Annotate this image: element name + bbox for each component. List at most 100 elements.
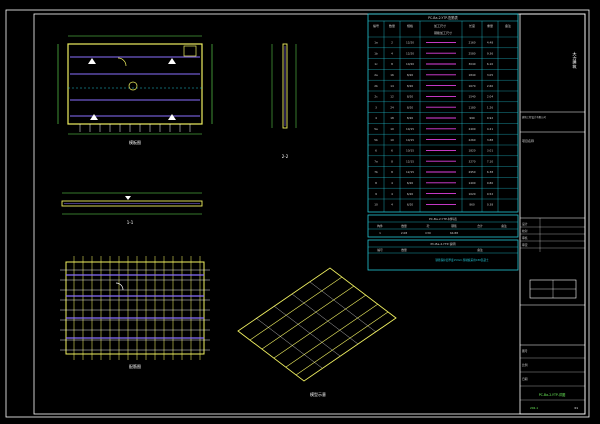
schedule-cell: 2c xyxy=(374,95,378,99)
schedule-cell: 10/15 xyxy=(406,127,414,131)
svg-text:审定: 审定 xyxy=(522,243,528,247)
svg-text:钢筋: 钢筋 xyxy=(451,224,457,228)
schedule-cell: 2 xyxy=(391,41,393,45)
schedule-cell: 990 xyxy=(469,116,475,120)
vertical-company-text: 大力建筑 xyxy=(572,50,578,70)
schedule-cell: 0.38 xyxy=(487,203,493,207)
svg-text:砼: 砼 xyxy=(427,224,430,228)
schedule-cell: 1840 xyxy=(468,73,475,77)
schedule-cell: 2260 xyxy=(468,138,475,142)
svg-text:图号: 图号 xyxy=(522,349,528,353)
svg-text:数量: 数量 xyxy=(401,248,407,252)
svg-text:数量: 数量 xyxy=(401,224,407,228)
schedule-cell: 6 xyxy=(375,149,377,153)
schedule-cell: 6.38 xyxy=(487,170,493,174)
schedule-cell: 24 xyxy=(390,105,394,109)
svg-text:合计: 合计 xyxy=(477,224,483,228)
schedule-cell: 12/15 xyxy=(406,170,414,174)
svg-text:编号: 编号 xyxy=(373,23,379,28)
notes-text: 钢筋保护层厚度15mm,预制板采用C30混凝土 xyxy=(435,258,489,262)
schedule-cell: 12/15 xyxy=(406,159,414,163)
schedule-cell: 18 xyxy=(390,116,394,120)
schedule-cell: 2a xyxy=(374,73,378,77)
project-label: 项目名称 xyxy=(522,138,534,143)
svg-text:校对: 校对 xyxy=(522,229,528,233)
cad-drawing-canvas[interactable]: 模板图 2-2 1-1 配筋图 模型示意 PC-Ba-2-YTP-配筋表 编号 … xyxy=(0,0,600,424)
schedule-cell: 12/20 xyxy=(406,51,414,55)
schedule-cell: 8 xyxy=(375,181,377,185)
schedule-cell: 6/20 xyxy=(407,192,414,196)
schedule-cell: 9.36 xyxy=(487,51,493,55)
schedule-cell: 7b xyxy=(374,170,378,174)
schedule-cell: 14 xyxy=(390,84,394,88)
svg-text:比例: 比例 xyxy=(522,363,528,367)
schedule-cell: 7a xyxy=(374,159,378,163)
svg-text:设计: 设计 xyxy=(522,222,528,226)
svg-text:64.88: 64.88 xyxy=(450,231,458,235)
schedule-cell: 10/15 xyxy=(406,149,414,153)
svg-text:1: 1 xyxy=(379,231,381,235)
svg-text:规格: 规格 xyxy=(407,23,413,28)
schedule-cell: 12 xyxy=(390,95,394,99)
svg-text:C30: C30 xyxy=(425,231,431,235)
schedule-title: PC-Ba-2-YTP-配筋表 xyxy=(428,15,459,20)
schedule-cell: 3.88 xyxy=(487,138,493,142)
schedule-cell: 4 xyxy=(391,203,393,207)
svg-text:数量: 数量 xyxy=(389,23,395,28)
schedule-cell: 1.26 xyxy=(487,105,493,109)
schedule-cell: 10 xyxy=(390,138,394,142)
schedule-cell: 8 xyxy=(391,62,393,66)
schedule-cell: 2950 xyxy=(468,170,475,174)
drawing-title: PC-Ba-2-YTP-详图 xyxy=(539,392,566,397)
rebar-plan-label: 配筋图 xyxy=(129,363,141,369)
schedule-cell: 1820 xyxy=(468,149,475,153)
schedule-cell: 1540 xyxy=(468,95,475,99)
schedule-cell: 10 xyxy=(390,127,394,131)
schedule-cell: 10 xyxy=(374,203,378,207)
schedule-cell: 0.80 xyxy=(487,181,493,185)
svg-text:2.08: 2.08 xyxy=(401,231,407,235)
svg-text:长度: 长度 xyxy=(469,23,475,28)
schedule-cell: 860 xyxy=(469,203,475,207)
schedule-cell: 3.01 xyxy=(487,149,493,153)
schedule-cell: 10/15 xyxy=(406,138,414,142)
schedule-cell: 10/20 xyxy=(406,62,414,66)
svg-text:加工尺寸: 加工尺寸 xyxy=(434,23,446,28)
svg-text:日期: 日期 xyxy=(522,377,528,381)
schedule-cell: 1180 xyxy=(468,105,475,109)
schedule-cell: 1a xyxy=(374,41,378,45)
plan-label: 模板图 xyxy=(129,139,141,145)
schedule-cell: 8/20 xyxy=(407,95,414,99)
schedule-cell: 9 xyxy=(375,192,377,196)
iso-label: 模型示意 xyxy=(310,391,326,397)
page-number: 01 xyxy=(574,406,578,410)
notes-title: PC-Ba-2-YTP-说明 xyxy=(431,241,456,246)
svg-text:审核: 审核 xyxy=(522,236,528,240)
schedule-cell: 1020 xyxy=(468,192,475,196)
schedule-cell: 4 xyxy=(391,181,393,185)
schedule-cell: 6 xyxy=(391,149,393,153)
schedule-cell: 12/20 xyxy=(406,41,414,45)
schedule-cell: 3040 xyxy=(468,62,475,66)
schedule-cell: 1400 xyxy=(468,181,475,185)
schedule-cell: 8/20 xyxy=(407,84,414,88)
schedule-cell: 3.05 xyxy=(487,73,493,77)
svg-text:重量: 重量 xyxy=(487,23,493,28)
schedule-cell: 5a xyxy=(374,127,378,131)
svg-text:备注: 备注 xyxy=(477,248,483,252)
schedule-cell: 1c xyxy=(374,62,378,66)
schedule-cell: 7.10 xyxy=(487,159,493,163)
schedule-cell: 2.60 xyxy=(487,84,493,88)
schedule-cell: 4.21 xyxy=(487,127,493,131)
svg-text:备注: 备注 xyxy=(501,224,507,228)
schedule-cell: 6/20 xyxy=(407,203,414,207)
schedule-cell: 0.52 xyxy=(487,192,493,196)
schedule-cell: 2400 xyxy=(468,127,475,131)
schedule-cell: 3 xyxy=(375,105,377,109)
material-title: PC-Ba-2-YTP-材料表 xyxy=(429,216,457,221)
svg-text:编号: 编号 xyxy=(377,248,383,252)
side-section-label: 2-2 xyxy=(282,154,289,159)
schedule-cell: 8/20 xyxy=(407,116,414,120)
svg-text:构件: 构件 xyxy=(377,224,383,228)
schedule-cell: 4 xyxy=(391,51,393,55)
